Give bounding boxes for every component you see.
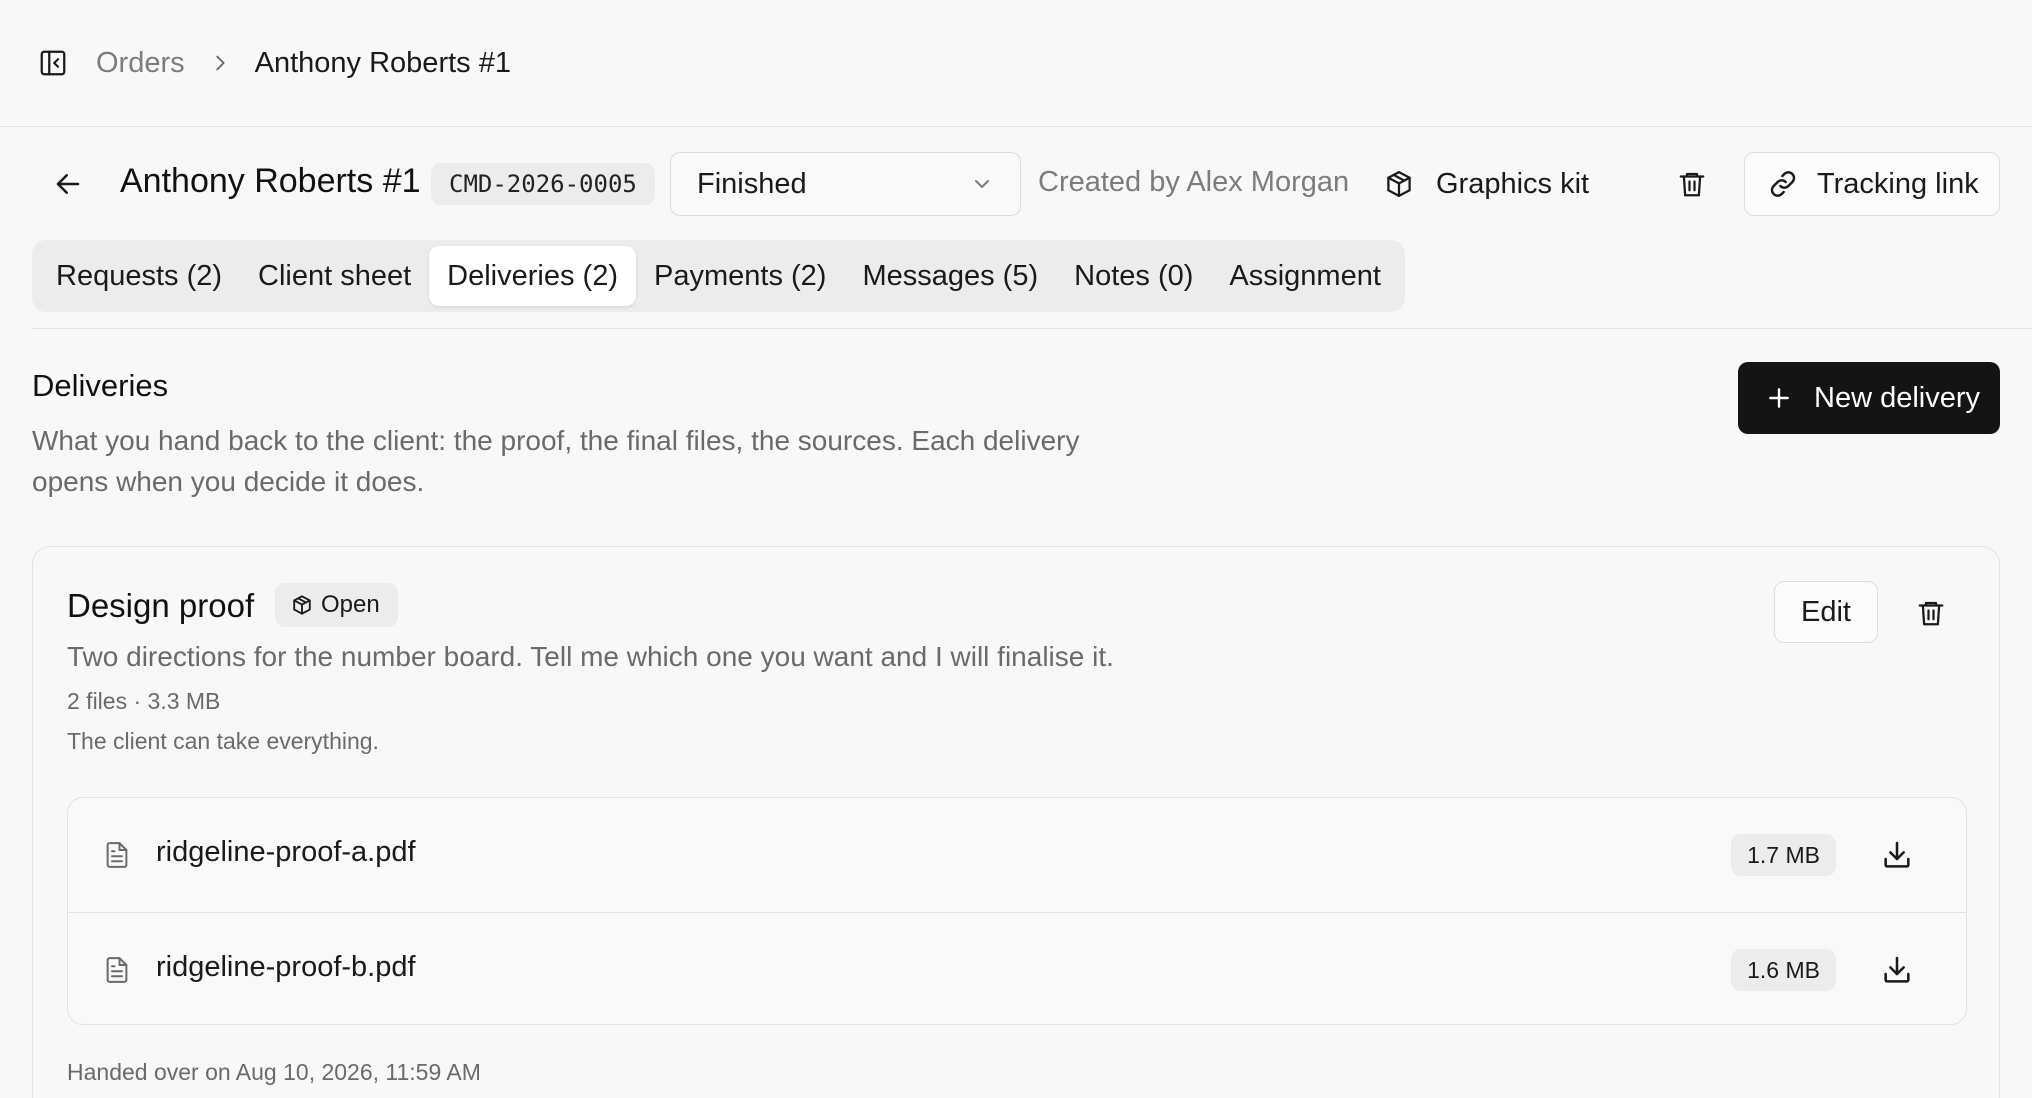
tracking-link-label: Tracking link	[1817, 167, 1979, 200]
list-item: ridgeline-proof-b.pdf 1.6 MB	[68, 912, 1966, 1024]
tracking-link-button[interactable]: Tracking link	[1744, 152, 2000, 216]
file-size-badge: 1.7 MB	[1731, 834, 1836, 876]
file-name: ridgeline-proof-a.pdf	[156, 836, 416, 868]
graphics-kit-label: Graphics kit	[1436, 167, 1590, 200]
download-icon[interactable]	[1878, 836, 1916, 874]
trash-icon[interactable]	[1672, 164, 1712, 204]
delivery-access-note: The client can take everything.	[67, 728, 379, 754]
status-dropdown[interactable]: Finished	[670, 152, 1021, 216]
file-list: ridgeline-proof-a.pdf 1.7 MB ridgeline-p…	[67, 797, 1967, 1025]
delivery-file-summary: 2 files · 3.3 MB	[67, 688, 221, 714]
new-delivery-button[interactable]: New delivery	[1738, 362, 2000, 434]
delivery-description: Two directions for the number board. Tel…	[67, 641, 1114, 672]
status-badge: Open	[275, 583, 398, 627]
plus-icon	[1766, 385, 1792, 411]
tab-requests[interactable]: Requests (2)	[38, 246, 240, 306]
link-icon	[1767, 168, 1799, 200]
tab-payments[interactable]: Payments (2)	[636, 246, 844, 306]
chevron-right-icon	[209, 52, 231, 74]
tab-assignment[interactable]: Assignment	[1211, 246, 1399, 306]
created-by-text: Created by Alex Morgan	[1038, 166, 1350, 198]
breadcrumb-orders-link[interactable]: Orders	[96, 47, 185, 80]
tabs-divider	[32, 328, 2032, 329]
order-page: Orders Anthony Roberts #1 Anthony Robert…	[0, 0, 2032, 1098]
status-badge-label: Open	[321, 591, 380, 618]
file-text-icon	[102, 839, 132, 871]
section-description: What you hand back to the client: the pr…	[32, 425, 1080, 497]
tab-notes[interactable]: Notes (0)	[1056, 246, 1211, 306]
status-value: Finished	[697, 167, 807, 200]
trash-icon[interactable]	[1911, 593, 1951, 633]
delivery-card: Design proof Open Two directions for the…	[32, 546, 2000, 1098]
sidebar-toggle-icon[interactable]	[36, 46, 70, 80]
breadcrumb-current: Anthony Roberts #1	[254, 46, 511, 79]
list-item: ridgeline-proof-a.pdf 1.7 MB	[68, 798, 1966, 912]
page-title: Anthony Roberts #1	[120, 162, 421, 200]
arrow-left-icon[interactable]	[48, 164, 88, 204]
order-code-badge: CMD-2026-0005	[431, 163, 655, 205]
order-tabs: Requests (2) Client sheet Deliveries (2)…	[32, 240, 1405, 312]
graphics-kit-button[interactable]: Graphics kit	[1384, 160, 1589, 208]
handed-over-timestamp: Handed over on Aug 10, 2026, 11:59 AM	[67, 1059, 481, 1085]
package-icon	[291, 594, 313, 616]
file-text-icon	[102, 954, 132, 986]
package-icon	[1384, 169, 1414, 199]
edit-delivery-button[interactable]: Edit	[1774, 581, 1878, 643]
tab-deliveries[interactable]: Deliveries (2)	[429, 246, 636, 306]
file-name: ridgeline-proof-b.pdf	[156, 951, 416, 983]
section-title: Deliveries	[32, 368, 169, 403]
download-icon[interactable]	[1878, 951, 1916, 989]
tab-client-sheet[interactable]: Client sheet	[240, 246, 429, 306]
delivery-title: Design proof	[67, 587, 255, 624]
tab-messages[interactable]: Messages (5)	[844, 246, 1056, 306]
file-size-badge: 1.6 MB	[1731, 949, 1836, 991]
top-bar: Orders Anthony Roberts #1	[0, 0, 2032, 127]
new-delivery-label: New delivery	[1814, 381, 1980, 414]
order-header: Anthony Roberts #1 CMD-2026-0005 Finishe…	[0, 150, 2032, 218]
chevron-down-icon	[970, 172, 994, 196]
